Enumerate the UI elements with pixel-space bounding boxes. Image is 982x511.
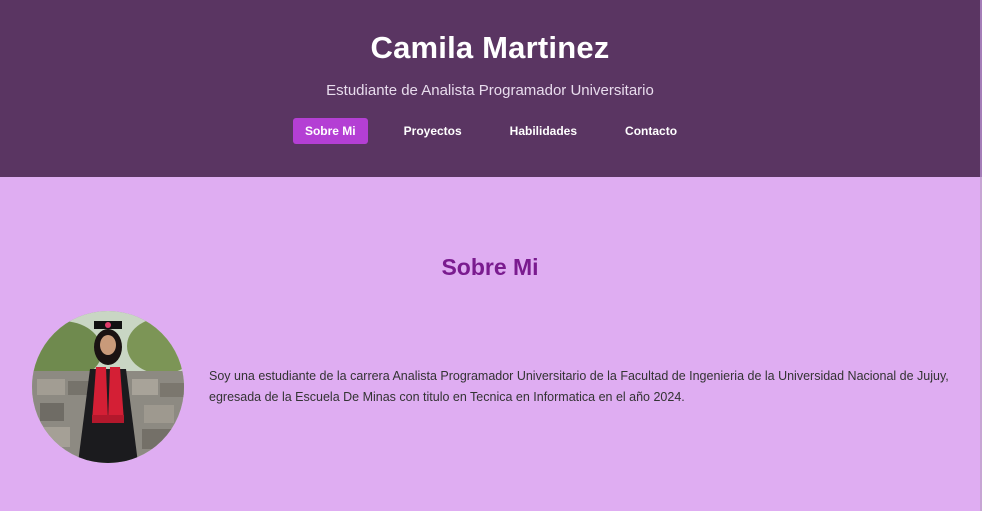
nav-habilidades[interactable]: Habilidades <box>498 118 589 144</box>
site-title: Camila Martinez <box>370 30 610 65</box>
section-title: Sobre Mi <box>441 254 539 280</box>
site-subtitle: Estudiante de Analista Programador Unive… <box>326 82 654 99</box>
site-header: Camila Martinez Estudiante de Analista P… <box>0 0 982 177</box>
main-nav: Sobre Mi Proyectos Habilidades Contacto <box>0 118 980 144</box>
nav-contacto[interactable]: Contacto <box>613 118 689 144</box>
about-section: Sobre Mi Soy una estudiante de la carrer… <box>0 177 982 511</box>
about-text: Soy una estudiante de la carrera Analist… <box>209 369 949 404</box>
profile-photo <box>32 311 184 463</box>
nav-proyectos[interactable]: Proyectos <box>392 118 474 144</box>
nav-sobre-mi[interactable]: Sobre Mi <box>292 118 368 144</box>
